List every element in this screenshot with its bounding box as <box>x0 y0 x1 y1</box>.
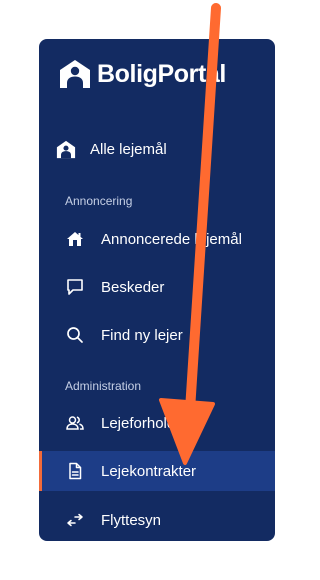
nav-advertised-leases[interactable]: Annoncerede lejemål <box>39 219 275 259</box>
nav-lease-contracts-label: Lejekontrakter <box>101 462 197 480</box>
nav-lease-contracts[interactable]: Lejekontrakter <box>39 451 275 491</box>
nav-all-leases-label: Alle lejemål <box>90 140 167 158</box>
house-icon <box>65 229 85 249</box>
house-person-icon <box>56 139 76 159</box>
section-administration: Administration <box>65 379 142 393</box>
chat-bubble-icon <box>65 277 85 297</box>
brand-logo[interactable]: BoligPortal <box>59 57 226 91</box>
section-advertising: Annoncering <box>65 194 133 208</box>
search-icon <box>65 325 85 345</box>
nav-find-tenant-label: Find ny lejer <box>101 326 183 344</box>
brand-name: BoligPortal <box>97 59 226 88</box>
nav-tenancies[interactable]: Lejeforhold <box>39 403 275 443</box>
nav-find-tenant[interactable]: Find ny lejer <box>39 315 275 355</box>
house-person-icon <box>60 60 90 88</box>
sidebar: BoligPortal Alle lejemål Annoncering Ann… <box>39 39 275 541</box>
swap-arrows-icon <box>65 510 85 530</box>
nav-tenancies-label: Lejeforhold <box>101 414 176 432</box>
nav-moving-inspection[interactable]: Flyttesyn <box>39 500 275 540</box>
people-icon <box>65 413 85 433</box>
document-icon <box>65 461 85 481</box>
nav-messages-label: Beskeder <box>101 278 165 296</box>
nav-all-leases[interactable]: Alle lejemål <box>39 129 275 169</box>
nav-moving-inspection-label: Flyttesyn <box>101 511 162 529</box>
nav-messages[interactable]: Beskeder <box>39 267 275 307</box>
nav-advertised-label: Annoncerede lejemål <box>101 230 242 248</box>
